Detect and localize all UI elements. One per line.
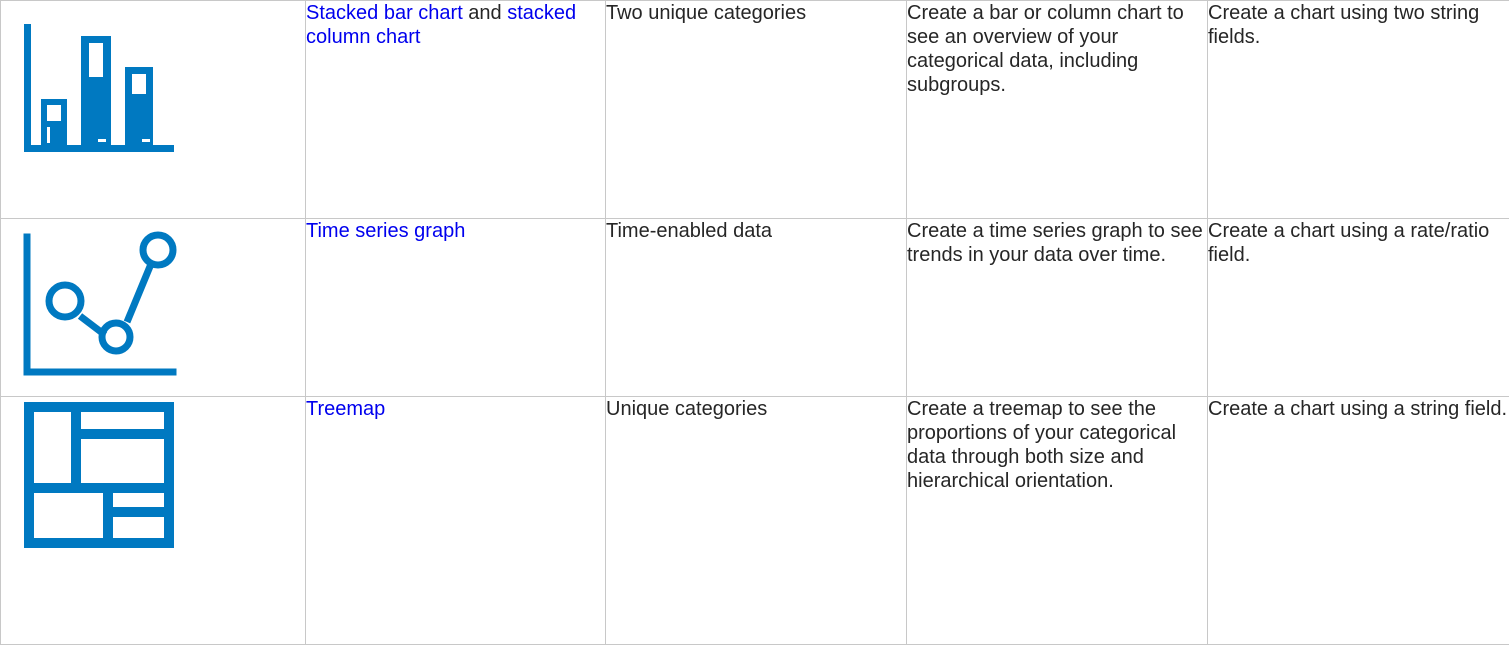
treemap-link[interactable]: Treemap (306, 398, 385, 420)
treemap-icon (1, 397, 201, 557)
table-row: Time series graph Time-enabled data Crea… (1, 219, 1509, 397)
usage-cell: Create a chart using two string fields. (1208, 1, 1509, 219)
chart-name-cell: Time series graph (306, 219, 606, 397)
requirement-cell: Unique categories (606, 397, 907, 645)
usage-cell: Create a chart using a rate/ratio field. (1208, 219, 1509, 397)
requirement-cell: Two unique categories (606, 1, 907, 219)
stacked-bar-chart-icon (1, 1, 201, 161)
time-series-graph-icon (1, 219, 201, 379)
chart-name-cell: Stacked bar chart and stacked column cha… (306, 1, 606, 219)
description-cell: Create a bar or column chart to see an o… (907, 1, 1208, 219)
icon-cell (1, 1, 306, 219)
chart-types-table: Stacked bar chart and stacked column cha… (0, 0, 1509, 645)
description-cell: Create a time series graph to see trends… (907, 219, 1208, 397)
name-join-text: and (463, 2, 507, 24)
chart-name-cell: Treemap (306, 397, 606, 645)
usage-cell: Create a chart using a string field. (1208, 397, 1509, 645)
table-row: Treemap Unique categories Create a treem… (1, 397, 1509, 645)
icon-cell (1, 397, 306, 645)
description-cell: Create a treemap to see the proportions … (907, 397, 1208, 645)
requirement-cell: Time-enabled data (606, 219, 907, 397)
icon-cell (1, 219, 306, 397)
time-series-graph-link[interactable]: Time series graph (306, 220, 465, 242)
stacked-bar-chart-link[interactable]: Stacked bar chart (306, 2, 463, 24)
table-row: Stacked bar chart and stacked column cha… (1, 1, 1509, 219)
